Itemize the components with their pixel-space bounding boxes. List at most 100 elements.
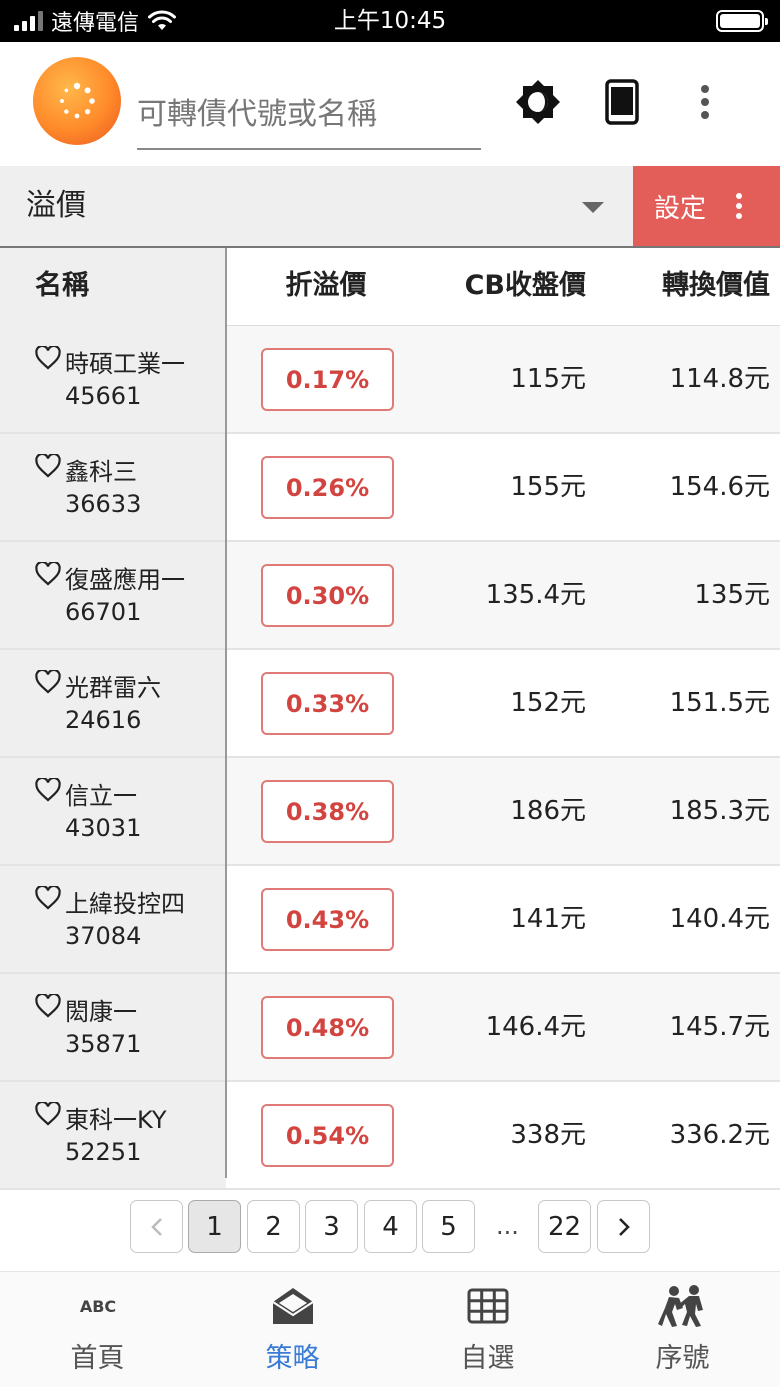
nav-label-watchlist: 自選 <box>460 1343 515 1374</box>
nav-label-home: 首頁 <box>70 1343 125 1374</box>
cb-name-cell[interactable]: 信立一 43031 <box>0 758 226 864</box>
premium-badge: 0.30% <box>261 564 394 627</box>
conversion-value: 185.3元 <box>669 796 770 826</box>
strategy-filter-bar: 溢價 設定 <box>0 166 780 248</box>
cb-close-price: 146.4元 <box>485 1012 586 1042</box>
cb-name-cell[interactable]: 光群雷六 24616 <box>0 650 226 756</box>
nav-item-serial[interactable]: 序號 <box>585 1272 780 1387</box>
prev-page-button[interactable] <box>130 1200 183 1253</box>
conversion-value: 135元 <box>694 580 770 610</box>
premium-badge: 0.17% <box>261 348 394 411</box>
table-row[interactable]: 復盛應用一 66701 0.30% 135.4元 135元 <box>0 542 780 650</box>
cb-name: 東科一KY <box>65 1106 167 1134</box>
page-button-2[interactable]: 2 <box>247 1200 300 1253</box>
conversion-value: 336.2元 <box>669 1120 770 1150</box>
chevron-left-icon <box>150 1217 162 1236</box>
battery-icon <box>716 10 768 32</box>
premium-badge: 0.54% <box>261 1104 394 1167</box>
cb-name: 閎康一 <box>65 998 137 1026</box>
table-row[interactable]: 時碩工業一 45661 0.17% 115元 114.8元 <box>0 326 780 434</box>
phone-icon[interactable] <box>592 72 652 132</box>
cb-name-cell[interactable]: 鑫科三 36633 <box>0 434 226 540</box>
strategy-select[interactable]: 溢價 <box>26 166 86 246</box>
premium-badge: 0.43% <box>261 888 394 951</box>
cb-code: 66701 <box>65 598 142 626</box>
app-header <box>0 42 780 166</box>
cb-name: 復盛應用一 <box>65 566 185 594</box>
cb-name-cell[interactable]: 上緯投控四 37084 <box>0 866 226 972</box>
cb-close-price: 115元 <box>510 364 586 394</box>
table-body: 時碩工業一 45661 0.17% 115元 114.8元 鑫科三 36633 0.26% 15… <box>0 326 780 1190</box>
cb-name: 上緯投控四 <box>65 890 185 918</box>
page-ellipsis: ... <box>496 1212 519 1240</box>
heart-icon[interactable] <box>35 452 61 478</box>
cb-code: 35871 <box>65 1030 142 1058</box>
abc-icon: ABC <box>0 1284 195 1328</box>
conversion-value: 145.7元 <box>669 1012 770 1042</box>
table-row[interactable]: 東科一KY 52251 0.54% 338元 336.2元 <box>0 1082 780 1190</box>
search-field[interactable] <box>137 80 481 150</box>
cb-name-cell[interactable]: 時碩工業一 45661 <box>0 326 226 432</box>
more-vert-icon <box>736 193 743 219</box>
heart-icon[interactable] <box>35 1100 61 1126</box>
next-page-button[interactable] <box>597 1200 650 1253</box>
page-button-4[interactable]: 4 <box>364 1200 417 1253</box>
cb-name: 光群雷六 <box>65 674 161 702</box>
cb-code: 52251 <box>65 1138 142 1166</box>
settings-label: 設定 <box>654 193 707 224</box>
cb-code: 43031 <box>65 814 142 842</box>
cb-close-price: 155元 <box>510 472 586 502</box>
cb-name-cell[interactable]: 東科一KY 52251 <box>0 1082 226 1188</box>
chevron-right-icon <box>618 1217 630 1236</box>
col-header-cb-price[interactable]: CB收盤價 <box>426 248 586 326</box>
svg-text:ABC: ABC <box>79 1297 115 1316</box>
grid-icon <box>390 1284 585 1328</box>
table-row[interactable]: 上緯投控四 37084 0.43% 141元 140.4元 <box>0 866 780 974</box>
cb-code: 45661 <box>65 382 142 410</box>
nav-item-strategy[interactable]: 策略 <box>195 1272 390 1387</box>
pagination: 1 2 3 4 5 ... 22 <box>0 1180 780 1270</box>
heart-icon[interactable] <box>35 884 61 910</box>
conversion-value: 154.6元 <box>669 472 770 502</box>
col-header-premium[interactable]: 折溢價 <box>226 248 426 326</box>
caret-down-icon[interactable] <box>582 202 604 213</box>
nav-item-home[interactable]: ABC 首頁 <box>0 1272 195 1387</box>
premium-badge: 0.38% <box>261 780 394 843</box>
heart-icon[interactable] <box>35 668 61 694</box>
col-header-name[interactable]: 名稱 <box>0 248 226 326</box>
logo-icon[interactable] <box>33 57 121 145</box>
table-row[interactable]: 信立一 43031 0.38% 186元 185.3元 <box>0 758 780 866</box>
table-row[interactable]: 光群雷六 24616 0.33% 152元 151.5元 <box>0 650 780 758</box>
status-time: 上午10:45 <box>333 8 447 34</box>
conversion-value: 114.8元 <box>669 364 770 394</box>
col-header-conversion-value[interactable]: 轉換價值 <box>586 248 770 326</box>
page-button-5[interactable]: 5 <box>422 1200 475 1253</box>
cb-name: 鑫科三 <box>65 458 137 486</box>
heart-icon[interactable] <box>35 560 61 586</box>
cb-close-price: 186元 <box>510 796 586 826</box>
settings-button[interactable]: 設定 <box>633 166 780 246</box>
status-bar: 遠傳電信 上午10:45 <box>0 0 780 42</box>
table-row[interactable]: 閎康一 35871 0.48% 146.4元 145.7元 <box>0 974 780 1082</box>
conversion-value: 151.5元 <box>669 688 770 718</box>
brightness-icon[interactable] <box>508 72 568 132</box>
heart-icon[interactable] <box>35 992 61 1018</box>
table-row[interactable]: 鑫科三 36633 0.26% 155元 154.6元 <box>0 434 780 542</box>
column-divider <box>225 248 227 1178</box>
page-button-1[interactable]: 1 <box>188 1200 241 1253</box>
cb-name-cell[interactable]: 復盛應用一 66701 <box>0 542 226 648</box>
premium-badge: 0.48% <box>261 996 394 1059</box>
page-button-3[interactable]: 3 <box>305 1200 358 1253</box>
cb-name: 時碩工業一 <box>65 350 185 378</box>
cb-code: 24616 <box>65 706 142 734</box>
nav-label-strategy: 策略 <box>265 1343 320 1374</box>
heart-icon[interactable] <box>35 776 61 802</box>
heart-icon[interactable] <box>35 344 61 370</box>
more-vert-icon[interactable] <box>675 72 735 132</box>
page-button-last[interactable]: 22 <box>538 1200 591 1253</box>
nav-item-watchlist[interactable]: 自選 <box>390 1272 585 1387</box>
search-input[interactable] <box>137 80 481 148</box>
cb-table: 名稱 折溢價 CB收盤價 轉換價值 時碩工業一 45661 0.17% 115元 114… <box>0 248 780 1190</box>
cb-name-cell[interactable]: 閎康一 35871 <box>0 974 226 1080</box>
cb-close-price: 135.4元 <box>485 580 586 610</box>
